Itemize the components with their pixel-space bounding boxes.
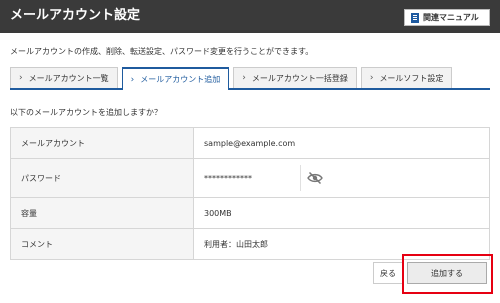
tab-label: メールアカウント一覧 [28, 73, 109, 83]
tab-mail-account-list[interactable]: › メールアカウント一覧 [10, 67, 118, 88]
field-label-comment: コメント [10, 228, 194, 260]
field-value-password-cell: ************ [193, 158, 490, 198]
field-value-password: ************ [204, 173, 252, 183]
chevron-right-icon: › [19, 73, 23, 83]
table-row: コメント 利用者：山田太郎 [10, 228, 490, 260]
back-button[interactable]: 戻る [373, 262, 403, 284]
tab-mail-account-add[interactable]: › メールアカウント追加 [121, 67, 230, 90]
book-icon [411, 12, 419, 23]
confirm-table: メールアカウント sample@example.com パスワード ******… [10, 127, 490, 260]
table-row: メールアカウント sample@example.com [10, 127, 490, 159]
add-button[interactable]: 追加する [407, 262, 487, 284]
page-title: メールアカウント設定 [10, 8, 141, 23]
related-manual-button[interactable]: 関連マニュアル [404, 9, 490, 26]
chevron-right-icon: › [369, 73, 374, 83]
chevron-right-icon: › [242, 73, 246, 83]
confirm-message: 以下のメールアカウントを追加しますか？ [10, 108, 162, 117]
tab-label: メールアカウント追加 [140, 75, 221, 84]
field-value-mail-account: sample@example.com [193, 127, 490, 159]
field-label-capacity: 容量 [10, 197, 194, 229]
related-manual-label: 関連マニュアル [423, 12, 479, 22]
divider [300, 165, 301, 191]
password-wrap: ************ [204, 159, 479, 197]
table-row: パスワード ************ [10, 158, 490, 198]
tab-label: メールソフト設定 [379, 73, 444, 83]
tab-mail-account-bulk-register[interactable]: › メールアカウント一括登録 [233, 67, 357, 88]
eye-slash-icon[interactable] [307, 171, 323, 185]
page-description: メールアカウントの作成、削除、転送設定、パスワード変更を行うことができます。 [10, 47, 314, 56]
tab-label: メールアカウント一括登録 [251, 73, 348, 83]
tab-bar: › メールアカウント一覧 › メールアカウント追加 › メールアカウント一括登録… [10, 67, 490, 90]
field-value-capacity: 300MB [193, 197, 490, 229]
field-value-comment: 利用者：山田太郎 [193, 228, 490, 260]
table-row: 容量 300MB [10, 197, 490, 229]
field-label-password: パスワード [10, 158, 194, 198]
tab-mail-software-settings[interactable]: › メールソフト設定 [360, 67, 453, 88]
page-header: メールアカウント設定 関連マニュアル [0, 0, 500, 33]
chevron-right-icon: › [130, 74, 135, 85]
field-label-mail-account: メールアカウント [10, 127, 194, 159]
